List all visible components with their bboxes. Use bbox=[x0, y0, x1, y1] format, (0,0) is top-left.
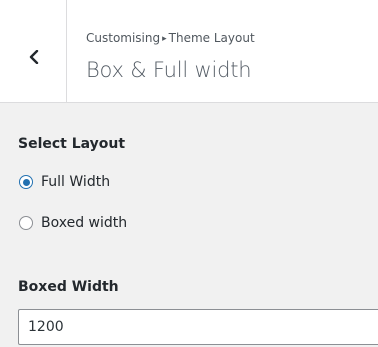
chevron-left-icon bbox=[29, 50, 39, 64]
page-title: Box & Full width bbox=[86, 58, 252, 82]
back-button[interactable] bbox=[0, 0, 67, 102]
breadcrumb: Customising ▸ Theme Layout bbox=[86, 31, 255, 45]
customizer-header: Customising ▸ Theme Layout Box & Full widt… bbox=[0, 0, 378, 103]
radio-option-full-width[interactable]: Full Width bbox=[19, 172, 110, 192]
radio-label-boxed-width: Boxed width bbox=[41, 215, 128, 231]
radio-option-boxed-width[interactable]: Boxed width bbox=[19, 213, 127, 233]
radio-button-boxed-width[interactable] bbox=[19, 216, 33, 230]
select-layout-label: Select Layout bbox=[18, 136, 126, 152]
boxed-width-label: Boxed Width bbox=[18, 279, 119, 295]
radio-label-full-width: Full Width bbox=[41, 174, 111, 190]
breadcrumb-separator: ▸ bbox=[162, 34, 167, 44]
boxed-width-input[interactable] bbox=[18, 309, 378, 345]
breadcrumb-current: Theme Layout bbox=[168, 31, 255, 45]
breadcrumb-parent: Customising bbox=[86, 31, 161, 45]
radio-button-full-width[interactable] bbox=[19, 175, 33, 189]
